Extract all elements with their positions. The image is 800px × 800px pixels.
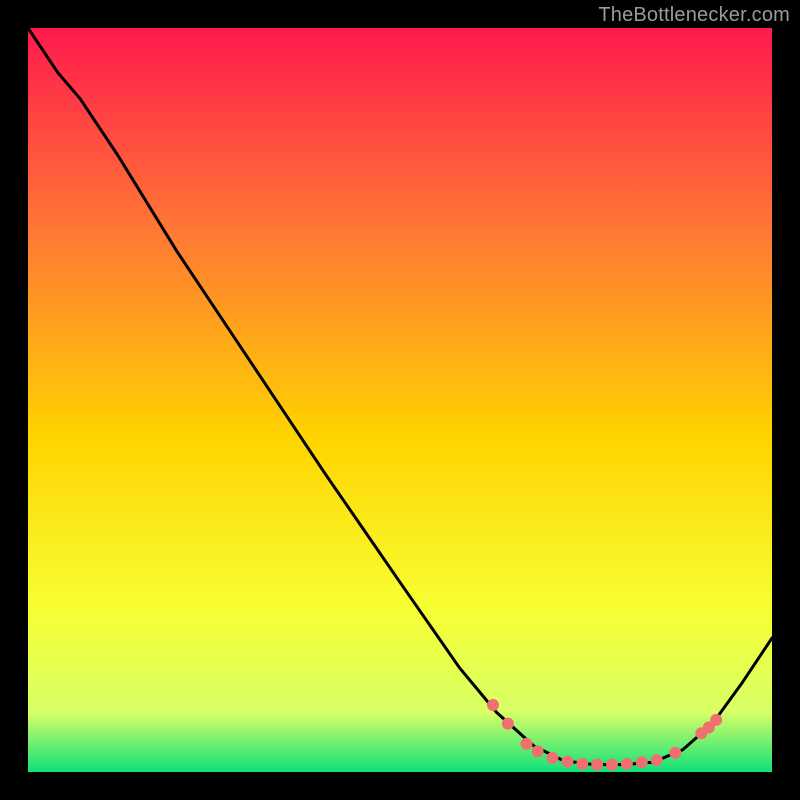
marker-point	[521, 738, 533, 750]
marker-point	[502, 718, 514, 730]
marker-point	[591, 759, 603, 771]
marker-point	[606, 759, 618, 771]
marker-point	[576, 758, 588, 770]
gradient-background	[28, 28, 772, 772]
marker-point	[636, 756, 648, 768]
marker-point	[547, 752, 559, 764]
marker-point	[621, 758, 633, 770]
marker-point	[561, 756, 573, 768]
marker-point	[710, 714, 722, 726]
marker-point	[532, 745, 544, 757]
watermark-text: TheBottlenecker.com	[598, 4, 790, 27]
marker-point	[651, 754, 663, 766]
marker-point	[669, 747, 681, 759]
bottleneck-chart	[28, 28, 772, 772]
marker-point	[487, 699, 499, 711]
